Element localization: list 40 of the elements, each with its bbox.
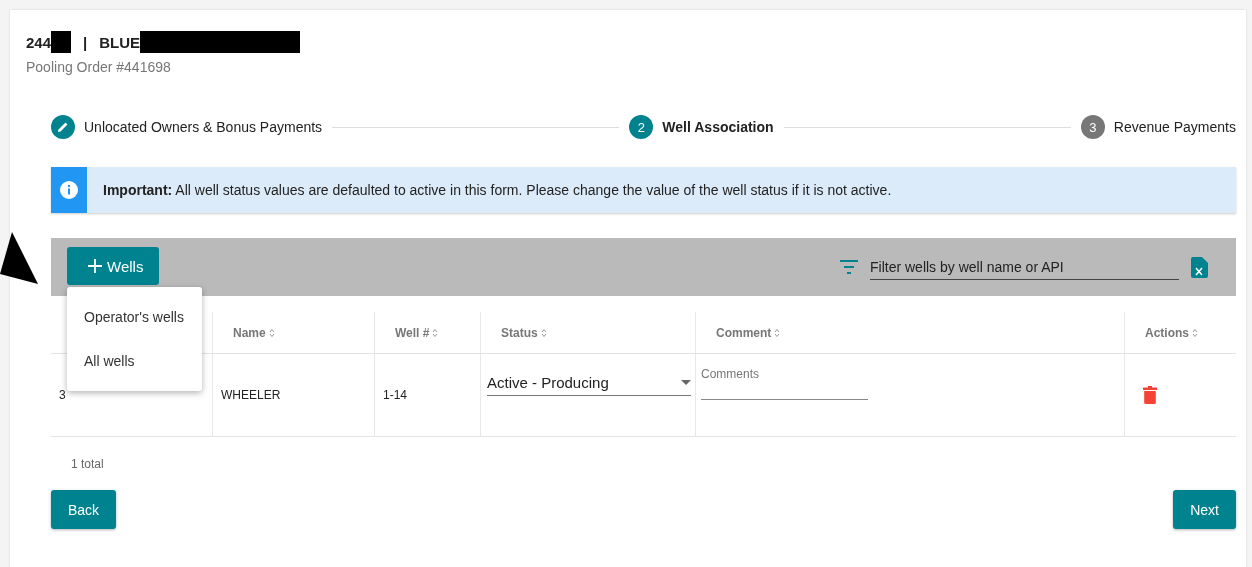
step-label[interactable]: Revenue Payments <box>1113 119 1236 135</box>
order-id: 244 <box>26 33 52 51</box>
menu-item[interactable]: All wells <box>67 339 202 383</box>
redaction-block <box>51 31 72 53</box>
filter-icon[interactable] <box>840 260 858 274</box>
delete-icon[interactable] <box>1143 386 1157 404</box>
menu-item[interactable]: Operator's wells <box>67 295 202 339</box>
subtitle: Pooling Order #441698 <box>26 59 172 75</box>
total-count: 1 total <box>70 457 105 471</box>
sort-icon <box>774 327 781 338</box>
sort-icon <box>540 327 547 338</box>
column-header[interactable]: Status <box>501 325 538 340</box>
sort-icon <box>432 327 439 338</box>
back-button[interactable]: Back <box>51 490 117 529</box>
pointer-arrow <box>0 230 40 286</box>
sort-icon <box>1192 327 1198 338</box>
separator: | <box>83 33 88 51</box>
spreadsheet-icon[interactable] <box>1191 256 1208 278</box>
column-header[interactable]: Name <box>233 325 266 340</box>
edit-icon <box>51 115 75 139</box>
order-name: BLUE <box>99 33 141 51</box>
info-icon <box>60 181 78 199</box>
add-wells-button[interactable]: Wells <box>67 247 160 285</box>
comment-field[interactable]: Comments <box>701 366 868 400</box>
banner-text: Important: All well status values are defaulted to active in this form. Please change the value of the well status if it is not active. <box>102 182 892 198</box>
filter-field[interactable]: Filter wells by well name or API <box>870 254 1179 280</box>
table-cell: WHEELER <box>212 354 374 437</box>
step-label[interactable]: Well Association <box>662 119 774 135</box>
status-dropdown[interactable]: Active - Producing <box>487 370 691 396</box>
column-header[interactable]: Comment <box>716 325 772 340</box>
step-number: 3 <box>1080 115 1105 139</box>
column-header[interactable]: Well # <box>395 325 430 340</box>
next-button[interactable]: Next <box>1173 490 1236 529</box>
caret-icon <box>681 380 691 385</box>
column-header[interactable]: Actions <box>1145 325 1189 340</box>
plus-icon <box>87 258 103 274</box>
table-cell: 1-14 <box>374 354 480 437</box>
step-label[interactable]: Unlocated Owners & Bonus Payments <box>84 119 323 135</box>
sort-icon <box>268 327 275 338</box>
step-number: 2 <box>629 115 654 139</box>
